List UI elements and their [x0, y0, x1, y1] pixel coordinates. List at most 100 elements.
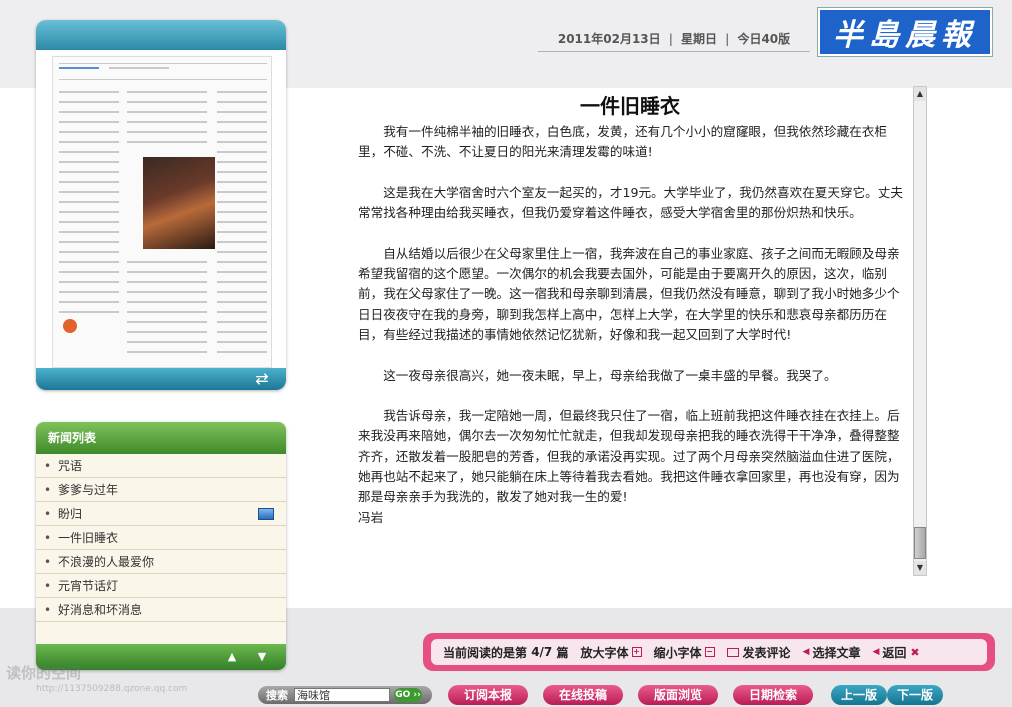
article-paragraph: 我有一件纯棉半袖的旧睡衣，白色底，发黄，还有几个小小的窟窿眼，但我依然珍藏在衣柜…: [358, 124, 887, 160]
thumb-text: [127, 301, 207, 303]
thumb-text: [217, 231, 267, 233]
thumb-text: [59, 91, 119, 93]
next-page-button[interactable]: 下一版: [887, 685, 943, 705]
news-item-label: 咒语: [58, 459, 83, 473]
thumb-text: [127, 321, 207, 323]
thumb-text: [127, 311, 207, 313]
article-title: 一件旧睡衣: [580, 94, 680, 118]
scroll-thumb[interactable]: [914, 527, 926, 559]
thumbnail-photo: [143, 157, 215, 249]
thumb-text: [59, 131, 119, 133]
newspaper-logo[interactable]: 半島晨報: [817, 7, 993, 57]
thumb-text: [127, 111, 207, 113]
thumb-text: [59, 201, 119, 203]
news-list-panel: 新闻列表 • 咒语 • 爹爹与过年 • 盼归 • 一件旧睡衣 • 不浪漫的人最爱你 • 元宵…: [36, 422, 286, 670]
refresh-icon[interactable]: ⇄: [252, 370, 272, 388]
news-list-item[interactable]: • 不浪漫的人最爱你: [36, 550, 286, 574]
scroll-down-icon[interactable]: ▼: [254, 650, 270, 664]
thumb-text: [59, 171, 119, 173]
thumb-text: [127, 91, 207, 93]
weekday-text: 星期日: [681, 32, 718, 46]
separator: |: [725, 31, 730, 46]
thumb-text: [217, 101, 267, 103]
thumb-rule: [59, 79, 267, 80]
shrink-font-button[interactable]: 缩小字体 −: [654, 644, 715, 661]
date-search-button[interactable]: 日期检索: [733, 685, 813, 705]
news-list-item[interactable]: • 爹爹与过年: [36, 478, 286, 502]
current-label: 当前阅读的是第: [443, 645, 528, 660]
current-value: 4/7: [531, 645, 553, 659]
thumb-text: [127, 331, 207, 333]
page-thumbnail[interactable]: [52, 56, 272, 368]
news-item-label: 不浪漫的人最爱你: [58, 555, 155, 569]
thumb-text: [217, 181, 267, 183]
shrink-font-label: 缩小字体: [653, 645, 702, 660]
thumb-text: [217, 271, 267, 273]
thumb-text: [217, 251, 267, 253]
thumb-text: [59, 231, 119, 233]
thumb-text: [217, 121, 267, 123]
thumb-text: [217, 131, 267, 133]
comment-button[interactable]: 发表评论: [726, 644, 791, 661]
article-paragraph: 这是我在大学宿舍时六个室友一起买的，才19元。大学毕业了，我仍然喜欢在夏天穿它。…: [358, 184, 903, 221]
reading-bar-inner: 当前阅读的是第 4/7 篇 放大字体 + 缩小字体 − 发表评论 ◀ 选择文章 …: [431, 639, 987, 665]
thumb-text: [127, 271, 207, 273]
bullet-icon: •: [44, 483, 52, 497]
thumb-tag: [59, 67, 99, 69]
thumb-text: [127, 101, 207, 103]
thumb-text: [59, 221, 119, 223]
news-list-item[interactable]: • 元宵节话灯: [36, 574, 286, 598]
subscribe-button[interactable]: 订阅本报: [448, 685, 528, 705]
news-item-label: 元宵节话灯: [58, 579, 119, 593]
news-list-item[interactable]: • 好消息和坏消息: [36, 598, 286, 622]
thumb-text: [59, 311, 119, 313]
mail-icon: [726, 647, 739, 657]
watermark-text: 读你的空间: [6, 664, 82, 682]
page-browse-button[interactable]: 版面浏览: [638, 685, 718, 705]
thumb-text: [59, 301, 119, 303]
enlarge-font-button[interactable]: 放大字体 +: [581, 644, 642, 661]
thumb-text: [59, 291, 119, 293]
current-unit: 篇: [556, 645, 569, 660]
search-input[interactable]: [294, 688, 390, 702]
search-label: 搜索: [266, 689, 288, 702]
thumb-text: [217, 161, 267, 163]
thumbnail-header: [36, 20, 286, 50]
prev-page-button[interactable]: 上一版: [831, 685, 887, 705]
bullet-icon: •: [44, 531, 52, 545]
news-list-item[interactable]: • 盼归: [36, 502, 286, 526]
thumb-text: [217, 351, 267, 353]
scroll-up-arrow-icon[interactable]: ▲: [914, 87, 926, 101]
bullet-icon: •: [44, 459, 52, 473]
select-article-button[interactable]: ◀ 选择文章: [803, 644, 861, 661]
thumb-text: [59, 211, 119, 213]
separator: |: [668, 31, 674, 46]
triangle-left-icon: ◀: [872, 647, 880, 657]
thumb-text: [59, 251, 119, 253]
news-item-label: 好消息和坏消息: [58, 603, 143, 617]
news-item-label: 一件旧睡衣: [58, 531, 119, 545]
dateline: 2011年02月13日 | 星期日 | 今日40版: [538, 26, 810, 52]
thumb-text: [59, 141, 119, 143]
go-button[interactable]: GO ››: [394, 688, 422, 702]
online-submit-button[interactable]: 在线投稿: [543, 685, 623, 705]
news-list-item[interactable]: • 咒语: [36, 454, 286, 478]
bullet-icon: •: [44, 555, 52, 569]
scroll-up-icon[interactable]: ▲: [224, 650, 240, 664]
back-button[interactable]: ◀ 返回 ✖: [872, 644, 919, 661]
thumb-text: [217, 281, 267, 283]
news-list: • 咒语 • 爹爹与过年 • 盼归 • 一件旧睡衣 • 不浪漫的人最爱你 • 元宵节话灯 •…: [36, 454, 286, 622]
article-scrollbar[interactable]: ▲ ▼: [913, 86, 927, 576]
news-list-item[interactable]: • 一件旧睡衣: [36, 526, 286, 550]
news-item-label: 盼归: [58, 507, 83, 521]
thumbnail-logo: [63, 319, 77, 333]
thumb-text: [217, 91, 267, 93]
thumb-text: [127, 281, 207, 283]
news-item-label: 爹爹与过年: [58, 483, 119, 497]
scroll-down-arrow-icon[interactable]: ▼: [914, 561, 926, 575]
thumb-text: [127, 291, 207, 293]
thumb-text: [217, 321, 267, 323]
thumb-text: [217, 171, 267, 173]
thumb-text: [59, 121, 119, 123]
minus-icon: −: [704, 647, 715, 657]
